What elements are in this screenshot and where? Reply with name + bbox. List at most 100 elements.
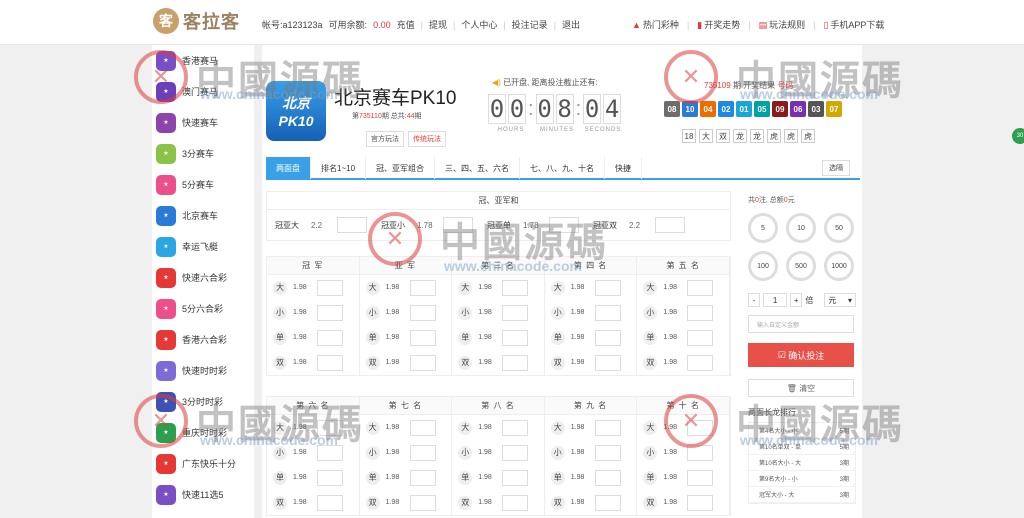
bet-records-link[interactable]: 投注记录 bbox=[512, 18, 548, 31]
bet-amount-input[interactable] bbox=[594, 419, 621, 436]
bet-amount-input[interactable] bbox=[594, 304, 621, 321]
traditional-play-button[interactable]: 传统玩法 bbox=[408, 131, 446, 147]
bet-option-badge[interactable]: 单 bbox=[273, 470, 287, 485]
bet-option-badge[interactable]: 小 bbox=[550, 305, 565, 320]
sidebar-item[interactable]: ★ 香港六合彩 bbox=[152, 324, 254, 355]
bet-option-badge[interactable]: 小 bbox=[365, 445, 380, 460]
official-play-button[interactable]: 官方玩法 bbox=[366, 131, 404, 147]
bet-amount-input[interactable] bbox=[502, 469, 529, 486]
bet-option-badge[interactable]: 单 bbox=[458, 330, 473, 345]
bet-option-badge[interactable]: 大 bbox=[643, 420, 658, 435]
bet-amount-input[interactable] bbox=[594, 444, 621, 461]
sidebar-item[interactable]: ★ 3分赛车 bbox=[152, 138, 254, 169]
multiplier-input[interactable]: 1 bbox=[763, 293, 788, 307]
bet-option-badge[interactable]: 大 bbox=[550, 280, 565, 295]
bet-option-badge[interactable]: 大 bbox=[273, 280, 287, 295]
bet-amount-input[interactable] bbox=[687, 469, 714, 486]
sidebar-item[interactable]: ★ 5分赛车 bbox=[152, 169, 254, 200]
bet-amount-input[interactable] bbox=[409, 494, 436, 511]
chip-button[interactable]: 100 bbox=[748, 251, 778, 281]
bet-option-badge[interactable]: 单 bbox=[643, 470, 658, 485]
bet-amount-input[interactable] bbox=[502, 279, 529, 296]
bet-option-badge[interactable]: 小 bbox=[458, 305, 473, 320]
bet-amount-input[interactable] bbox=[317, 469, 343, 486]
bet-option-badge[interactable]: 单 bbox=[550, 470, 565, 485]
bet-tab[interactable]: 七、八、九、十名 bbox=[520, 157, 606, 179]
bet-option-badge[interactable]: 大 bbox=[365, 420, 380, 435]
sidebar-item[interactable]: ★ 快速时时彩 bbox=[152, 355, 254, 386]
filter-button[interactable]: 选隔 bbox=[822, 160, 850, 176]
recharge-link[interactable]: 充值 bbox=[397, 18, 415, 31]
bet-tab[interactable]: 排名1~10 bbox=[311, 157, 367, 179]
sidebar-item[interactable]: ★ 5分六合彩 bbox=[152, 293, 254, 324]
bet-option-badge[interactable]: 小 bbox=[643, 445, 658, 460]
bet-amount-input[interactable] bbox=[409, 279, 436, 296]
confirm-bet-button[interactable]: ☑ 确认投注 bbox=[748, 343, 854, 367]
bet-option-badge[interactable]: 双 bbox=[458, 495, 473, 510]
bet-option-badge[interactable]: 双 bbox=[643, 355, 658, 370]
bet-amount-input[interactable] bbox=[409, 419, 436, 436]
sidebar-item[interactable]: ★ 快速赛车 bbox=[152, 107, 254, 138]
sidebar-item[interactable]: ★ 广东快乐十分 bbox=[152, 448, 254, 479]
bet-amount-input[interactable] bbox=[317, 329, 343, 346]
bet-amount-input[interactable] bbox=[594, 354, 621, 371]
bet-amount-input[interactable] bbox=[687, 354, 714, 371]
plus-button[interactable]: + bbox=[790, 293, 803, 307]
bet-amount-input[interactable] bbox=[687, 279, 714, 296]
bet-amount-input[interactable] bbox=[502, 304, 529, 321]
trend-link[interactable]: ▮ 开奖走势 bbox=[697, 18, 740, 31]
withdraw-link[interactable]: 提现 bbox=[429, 18, 447, 31]
bet-amount-input[interactable] bbox=[502, 354, 529, 371]
bet-option-badge[interactable]: 双 bbox=[273, 495, 287, 510]
bet-amount-input[interactable] bbox=[409, 304, 436, 321]
bet-amount-input[interactable] bbox=[317, 279, 343, 296]
chip-button[interactable]: 5 bbox=[748, 213, 778, 243]
bet-option-badge[interactable]: 小 bbox=[365, 305, 380, 320]
profile-link[interactable]: 个人中心 bbox=[461, 18, 497, 31]
bet-amount-input[interactable] bbox=[317, 494, 343, 511]
bet-amount-input[interactable] bbox=[409, 444, 436, 461]
unit-select[interactable]: 元 ▾ bbox=[824, 293, 856, 307]
bet-amount-input[interactable] bbox=[502, 329, 529, 346]
bet-tab[interactable]: 快捷 bbox=[605, 157, 643, 179]
bet-option-badge[interactable]: 单 bbox=[643, 330, 658, 345]
bet-amount-input[interactable] bbox=[687, 304, 714, 321]
bet-amount-input[interactable] bbox=[655, 217, 685, 233]
bet-option-badge[interactable]: 单 bbox=[365, 470, 380, 485]
bet-option-badge[interactable]: 大 bbox=[458, 280, 473, 295]
site-logo[interactable]: 客 客拉客 bbox=[153, 8, 240, 34]
bet-option-badge[interactable]: 双 bbox=[273, 355, 287, 370]
bet-option-badge[interactable]: 单 bbox=[273, 330, 287, 345]
bet-option-badge[interactable]: 大 bbox=[550, 420, 565, 435]
bet-amount-input[interactable] bbox=[594, 279, 621, 296]
chip-button[interactable]: 1000 bbox=[824, 251, 854, 281]
bet-option-badge[interactable]: 大 bbox=[365, 280, 380, 295]
sidebar-item[interactable]: ★ 快速六合彩 bbox=[152, 262, 254, 293]
bet-amount-input[interactable] bbox=[687, 329, 714, 346]
bet-amount-input[interactable] bbox=[317, 304, 343, 321]
bet-amount-input[interactable] bbox=[502, 419, 529, 436]
minus-button[interactable]: - bbox=[748, 293, 761, 307]
refresh-button[interactable]: 30 bbox=[1012, 128, 1024, 144]
bet-option-badge[interactable]: 双 bbox=[550, 355, 565, 370]
bet-option-badge[interactable]: 单 bbox=[458, 470, 473, 485]
bet-amount-input[interactable] bbox=[409, 354, 436, 371]
bet-option-badge[interactable]: 小 bbox=[550, 445, 565, 460]
bet-option-badge[interactable]: 双 bbox=[458, 355, 473, 370]
bet-option-badge[interactable]: 双 bbox=[365, 495, 380, 510]
logout-link[interactable]: 退出 bbox=[562, 18, 580, 31]
bet-option-badge[interactable]: 小 bbox=[273, 305, 287, 320]
bet-amount-input[interactable] bbox=[337, 217, 367, 233]
chip-button[interactable]: 10 bbox=[786, 213, 816, 243]
bet-amount-input[interactable] bbox=[409, 469, 436, 486]
bet-option-badge[interactable]: 小 bbox=[458, 445, 473, 460]
sidebar-item[interactable]: ★ 幸运飞艇 bbox=[152, 231, 254, 262]
bet-amount-input[interactable] bbox=[317, 354, 343, 371]
sidebar-item[interactable]: ★ 快速11选5 bbox=[152, 479, 254, 510]
bet-option-badge[interactable]: 双 bbox=[365, 355, 380, 370]
bet-amount-input[interactable] bbox=[594, 329, 621, 346]
bet-option-badge[interactable]: 双 bbox=[550, 495, 565, 510]
bet-option-badge[interactable]: 双 bbox=[643, 495, 658, 510]
bet-amount-input[interactable] bbox=[502, 444, 529, 461]
bet-option-badge[interactable]: 单 bbox=[365, 330, 380, 345]
